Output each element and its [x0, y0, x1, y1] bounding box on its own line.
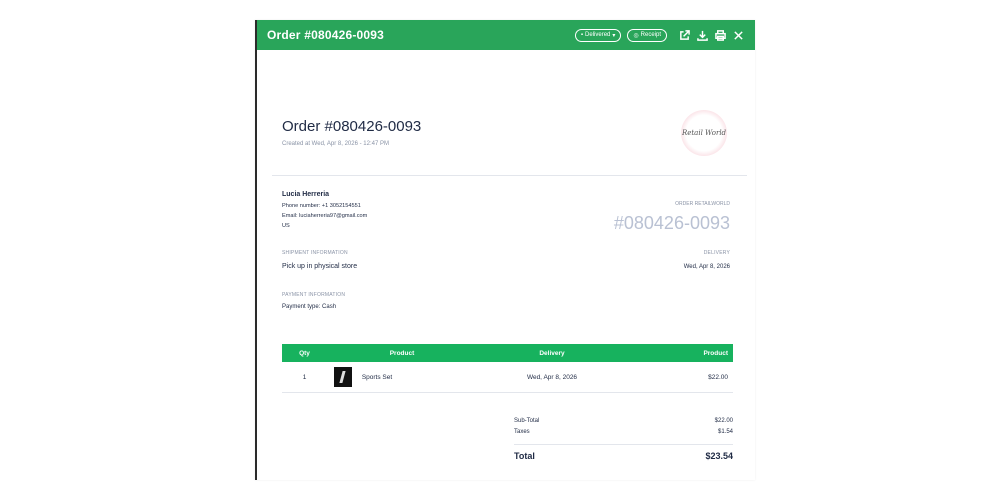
store-logo-text: Retail World	[681, 129, 727, 137]
status-dropdown[interactable]: ▪ Delivered ▾	[574, 28, 622, 42]
delivery-label: DELIVERY	[703, 250, 730, 256]
taxes-label: Taxes	[514, 429, 530, 435]
taxes-row: Taxes $1.54	[514, 429, 733, 440]
row-qty: 1	[302, 373, 307, 381]
column-header-delivery: Delivery	[539, 349, 565, 357]
store-logo: Retail World	[681, 110, 727, 156]
product-thumbnail	[334, 367, 352, 387]
customer-email: Email: luciaherreria97@gmail.com	[282, 213, 368, 219]
order-detail-panel: Order #080426-0093 ▪ Delivered ▾ ◎ Recei…	[255, 20, 755, 480]
table-header: Qty Product Delivery Product	[282, 344, 733, 362]
receipt-pill-label: Receipt	[640, 32, 661, 38]
total-row: Total $23.54	[514, 451, 733, 461]
header-bar: Order #080426-0093 ▪ Delivered ▾ ◎ Recei…	[257, 20, 755, 50]
subtotal-row: Sub-Total $22.00	[514, 418, 733, 429]
subtotal-label: Sub-Total	[514, 418, 540, 424]
column-header-product: Product	[389, 349, 415, 357]
subtotal-value: $22.00	[714, 418, 733, 424]
external-link-icon[interactable]	[677, 28, 691, 42]
customer-name: Lucia Herreria	[282, 191, 330, 198]
column-header-price: Product	[703, 349, 728, 357]
receipt-icon: ◎	[633, 32, 639, 39]
row-product: Sports Set	[327, 367, 477, 387]
column-header-qty: Qty	[299, 349, 310, 357]
payment-value: Payment type: Cash	[282, 304, 337, 310]
divider	[514, 444, 733, 445]
print-icon[interactable]	[713, 28, 727, 42]
taxes-value: $1.54	[717, 429, 733, 435]
delivery-value: Wed, Apr 8, 2026	[683, 264, 730, 270]
product-name: Sports Set	[361, 373, 393, 381]
box-icon: ▪	[580, 32, 584, 38]
customer-country: US	[282, 223, 290, 229]
customer-phone: Phone number: +1 3052154551	[282, 203, 361, 209]
row-delivery: Wed, Apr 8, 2026	[526, 373, 578, 381]
created-timestamp: Created at Wed, Apr 8, 2026 - 12:47 PM	[282, 141, 389, 147]
order-items-table: Qty Product Delivery Product 1 Sports Se…	[282, 344, 733, 393]
table-row: 1 Sports Set Wed, Apr 8, 2026 $22.00	[282, 362, 733, 393]
close-icon[interactable]	[731, 28, 745, 42]
shipment-value: Pick up in physical store	[282, 263, 358, 270]
page-title: Order #080426-0093	[282, 118, 422, 135]
shipment-label: SHIPMENT INFORMATION	[282, 250, 348, 256]
header-title: Order #080426-0093	[267, 28, 385, 42]
total-label: Total	[514, 451, 535, 461]
divider	[272, 175, 747, 176]
download-icon[interactable]	[695, 28, 709, 42]
order-retail-label: ORDER RETAILWORLD	[675, 201, 730, 207]
totals-section: Sub-Total $22.00 Taxes $1.54 Total $23.5…	[514, 418, 733, 461]
row-price: $22.00	[708, 373, 728, 381]
payment-label: PAYMENT INFORMATION	[282, 292, 346, 298]
receipt-button[interactable]: ◎ Receipt	[627, 28, 667, 42]
chevron-down-icon: ▾	[612, 32, 616, 39]
status-pill-label: Delivered	[585, 32, 611, 38]
order-number-large: #080426-0093	[613, 213, 730, 233]
total-value: $23.54	[705, 451, 733, 461]
